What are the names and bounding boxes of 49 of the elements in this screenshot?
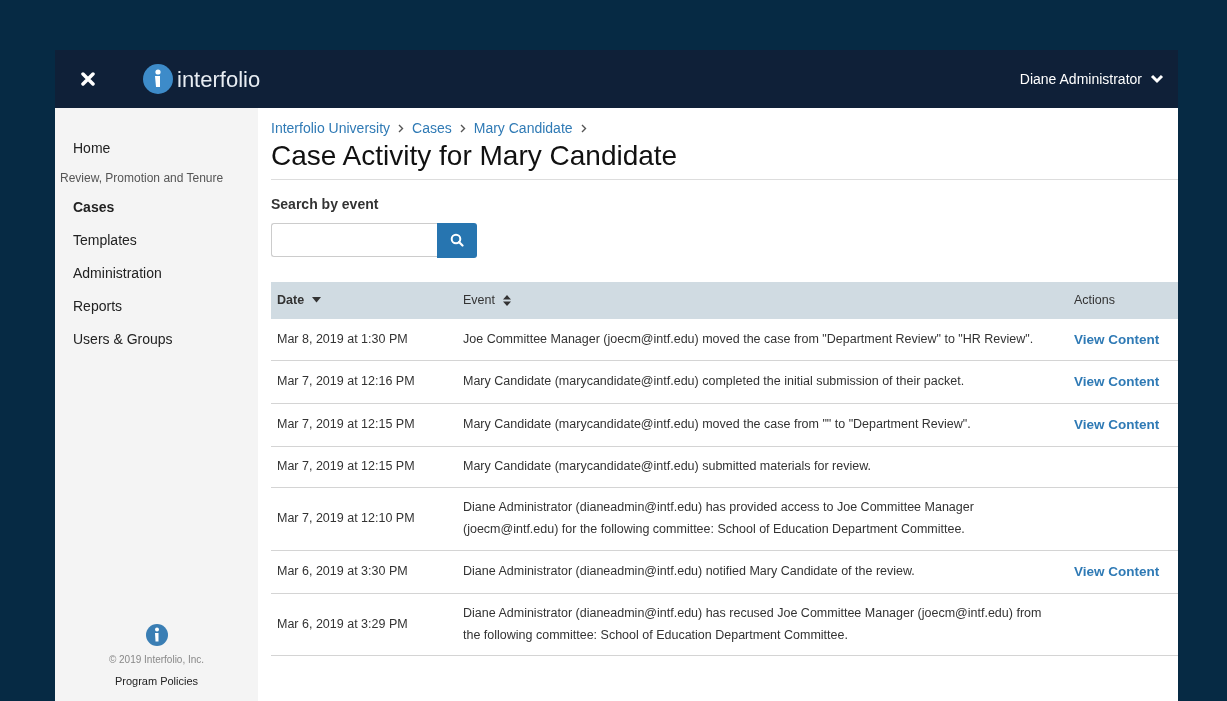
page-title: Case Activity for Mary Candidate (271, 139, 1178, 180)
sidebar-item[interactable]: Cases (55, 191, 133, 224)
search-label: Search by event (271, 194, 380, 214)
sidebar-item[interactable]: Templates (55, 224, 155, 257)
column-header[interactable]: Event (457, 281, 1068, 319)
event-cell: Diane Administrator (dianeadmin@intf.edu) notified Mary Candidate of the review. (457, 550, 1068, 594)
sidebar-item[interactable]: Home (55, 132, 129, 165)
copyright-text: © 2019 Interfolio, Inc. (108, 652, 205, 667)
search-button[interactable] (437, 222, 477, 258)
chevron-right-icon (459, 124, 466, 133)
user-menu[interactable]: Diane Administrator (1019, 68, 1164, 90)
close-icon[interactable] (81, 72, 95, 86)
search-icon (450, 233, 464, 248)
policies-link[interactable]: Program Policies (114, 672, 199, 689)
event-cell: Mary Candidate (marycandidate@intf.edu) completed the initial submission of their packet. (457, 360, 1068, 404)
view-content-link[interactable]: View Content (1074, 563, 1160, 579)
chevron-down-icon (1150, 74, 1164, 84)
section-heading: Review, Promotion and Tenure (59, 170, 225, 187)
event-cell: Joe Committee Manager (joecm@intf.edu) moved the case from "Department Review" to "HR Review". (457, 318, 1068, 361)
search-field[interactable] (271, 222, 437, 257)
date-cell: Mar 6, 2019 at 3:30 PM (271, 550, 457, 594)
breadcrumb-link[interactable]: Mary Candidate (473, 118, 573, 139)
event-cell: Mary Candidate (marycandidate@intf.edu) moved the case from "" to "Department Review". (457, 403, 1068, 447)
date-cell: Mar 7, 2019 at 12:16 PM (271, 360, 457, 404)
view-content-link[interactable]: View Content (1074, 417, 1160, 433)
column-header: Actions (1068, 281, 1178, 319)
sidebar-item[interactable]: Users & Groups (55, 323, 191, 356)
date-cell: Mar 7, 2019 at 12:15 PM (271, 403, 457, 447)
date-cell: Mar 7, 2019 at 12:15 PM (271, 446, 457, 488)
date-cell: Mar 8, 2019 at 1:30 PM (271, 318, 457, 361)
breadcrumb-link[interactable]: Cases (412, 118, 452, 139)
chevron-right-icon (398, 124, 405, 133)
breadcrumb-link[interactable]: Interfolio University (271, 118, 391, 139)
date-cell: Mar 6, 2019 at 3:29 PM (271, 593, 457, 656)
sidebar-item[interactable]: Administration (55, 257, 180, 290)
event-cell: Diane Administrator (dianeadmin@intf.edu) has provided access to Joe Committee Manager (joecm@intf.edu) for the following committee: School of Education Department Committee. (457, 487, 1068, 551)
sort-down-icon (312, 297, 322, 304)
date-cell: Mar 7, 2019 at 12:10 PM (271, 487, 457, 551)
event-cell: Diane Administrator (dianeadmin@intf.edu) has recused Joe Committee Manager (joecm@intf.edu) from the following committee: School of Education Department Committee. (457, 593, 1068, 656)
event-cell: Mary Candidate (marycandidate@intf.edu) submitted materials for review. (457, 446, 1068, 488)
view-content-link[interactable]: View Content (1074, 374, 1160, 390)
view-content-link[interactable]: View Content (1074, 331, 1160, 347)
brand-name: interfolio (177, 65, 261, 94)
chevron-right-icon (580, 124, 587, 133)
logo-icon (143, 64, 173, 94)
info-icon (145, 623, 168, 646)
column-header[interactable]: Date (271, 281, 457, 319)
sort-icon (502, 294, 511, 306)
sidebar-item[interactable]: Reports (55, 290, 141, 323)
